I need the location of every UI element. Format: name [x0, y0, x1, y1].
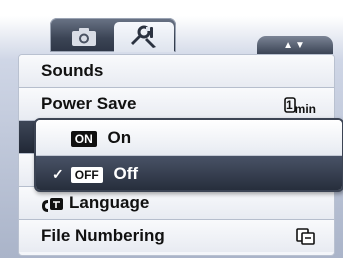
power-save-unit: min	[294, 102, 316, 117]
camera-icon	[72, 28, 96, 46]
menu-item-label: Power Save	[41, 94, 137, 113]
checkmark-icon: ✓	[52, 166, 64, 182]
submenu-popup: ON On ✓ OFF Off	[34, 118, 343, 192]
camera-menu-screen: ▲▼ Sounds Power Save 1min L D Language	[0, 0, 343, 258]
wrench-icon	[131, 25, 156, 48]
tab-setup[interactable]	[114, 22, 174, 52]
scroll-indicator: ▲▼	[257, 36, 333, 54]
on-badge: ON	[70, 130, 97, 147]
tab-camera[interactable]	[56, 22, 112, 52]
option-label: On	[107, 128, 132, 147]
option-on[interactable]: ON On	[36, 120, 342, 156]
file-reset-icon	[296, 227, 315, 245]
menu-item-file-numbering[interactable]: File Numbering	[19, 220, 334, 252]
menu-item-label: Language	[69, 193, 150, 212]
option-off[interactable]: ✓ OFF Off	[36, 156, 342, 190]
menu-item-power-save[interactable]: Power Save 1 min	[19, 88, 334, 121]
file-numbering-value	[296, 220, 316, 252]
menu-item-sounds[interactable]: Sounds	[19, 55, 334, 88]
menu-item-label: Sounds	[41, 61, 104, 80]
menu-item-label: File Numbering	[41, 226, 165, 245]
power-save-number: 1	[285, 97, 293, 112]
option-label: Off	[113, 164, 139, 183]
language-icon	[42, 197, 63, 212]
off-badge: OFF	[70, 166, 103, 183]
tab-strip	[50, 18, 176, 52]
